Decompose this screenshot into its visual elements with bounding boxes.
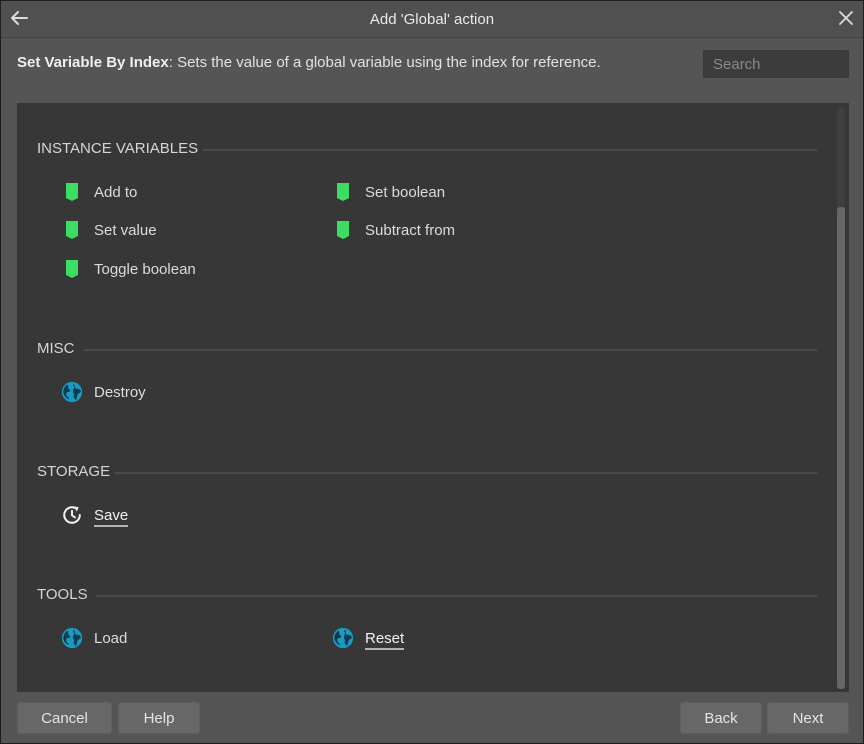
bookmark-icon xyxy=(332,219,354,241)
section-divider xyxy=(115,472,817,474)
bookmark-icon xyxy=(61,181,83,203)
section-divider xyxy=(84,349,817,351)
globe-icon xyxy=(61,381,83,403)
action-description: Set Variable By Index: Sets the value of… xyxy=(17,54,601,71)
action-label: Reset xyxy=(365,630,405,650)
clock-refresh-icon xyxy=(61,504,83,526)
bookmark-icon xyxy=(61,258,83,280)
close-icon[interactable] xyxy=(837,9,855,27)
action-label: Load xyxy=(94,629,128,647)
search-input[interactable] xyxy=(703,50,849,78)
scrollbar[interactable] xyxy=(837,107,845,689)
section-instance-variables: INSTANCE VARIABLES xyxy=(37,140,817,160)
action-label: Destroy xyxy=(94,383,146,401)
cancel-button[interactable]: Cancel xyxy=(17,702,112,734)
action-description-text: : Sets the value of a global variable us… xyxy=(168,54,601,71)
section-tools: TOOLS xyxy=(37,586,817,606)
action-label: Set value xyxy=(94,221,157,239)
bookmark-icon xyxy=(332,181,354,203)
action-reset[interactable]: Reset xyxy=(332,625,405,651)
help-button[interactable]: Help xyxy=(118,702,200,734)
section-label: TOOLS xyxy=(37,586,88,603)
section-divider xyxy=(203,149,817,151)
action-add-to[interactable]: Add to xyxy=(61,179,137,205)
action-set-boolean[interactable]: Set boolean xyxy=(332,179,445,205)
action-label: Set boolean xyxy=(365,183,446,201)
action-set-value[interactable]: Set value xyxy=(61,217,157,243)
section-label: STORAGE xyxy=(37,463,111,480)
bookmark-icon xyxy=(61,219,83,241)
globe-icon xyxy=(61,627,83,649)
section-storage: STORAGE xyxy=(37,463,817,483)
back-button[interactable]: Back xyxy=(680,702,762,734)
action-label: Subtract from xyxy=(365,221,456,239)
dialog-window: Add 'Global' action Set Variable By Inde… xyxy=(0,0,864,744)
action-destroy[interactable]: Destroy xyxy=(61,379,146,405)
next-button[interactable]: Next xyxy=(767,702,849,734)
action-subtract-from[interactable]: Subtract from xyxy=(332,217,455,243)
title-bar: Add 'Global' action xyxy=(1,1,863,38)
section-misc: MISC xyxy=(37,340,817,360)
globe-icon xyxy=(332,627,354,649)
action-label: Toggle boolean xyxy=(94,260,196,278)
section-label: INSTANCE VARIABLES xyxy=(37,140,199,157)
section-label: MISC xyxy=(37,340,75,357)
dialog-title: Add 'Global' action xyxy=(369,11,495,28)
action-toggle-boolean[interactable]: Toggle boolean xyxy=(61,256,196,282)
action-label: Add to xyxy=(94,183,138,201)
action-load[interactable]: Load xyxy=(61,625,127,651)
action-label: Save xyxy=(94,507,129,527)
section-divider xyxy=(96,595,817,597)
scrollbar-thumb[interactable] xyxy=(837,207,845,689)
action-name: Set Variable By Index xyxy=(17,54,169,71)
action-save[interactable]: Save xyxy=(61,502,129,528)
